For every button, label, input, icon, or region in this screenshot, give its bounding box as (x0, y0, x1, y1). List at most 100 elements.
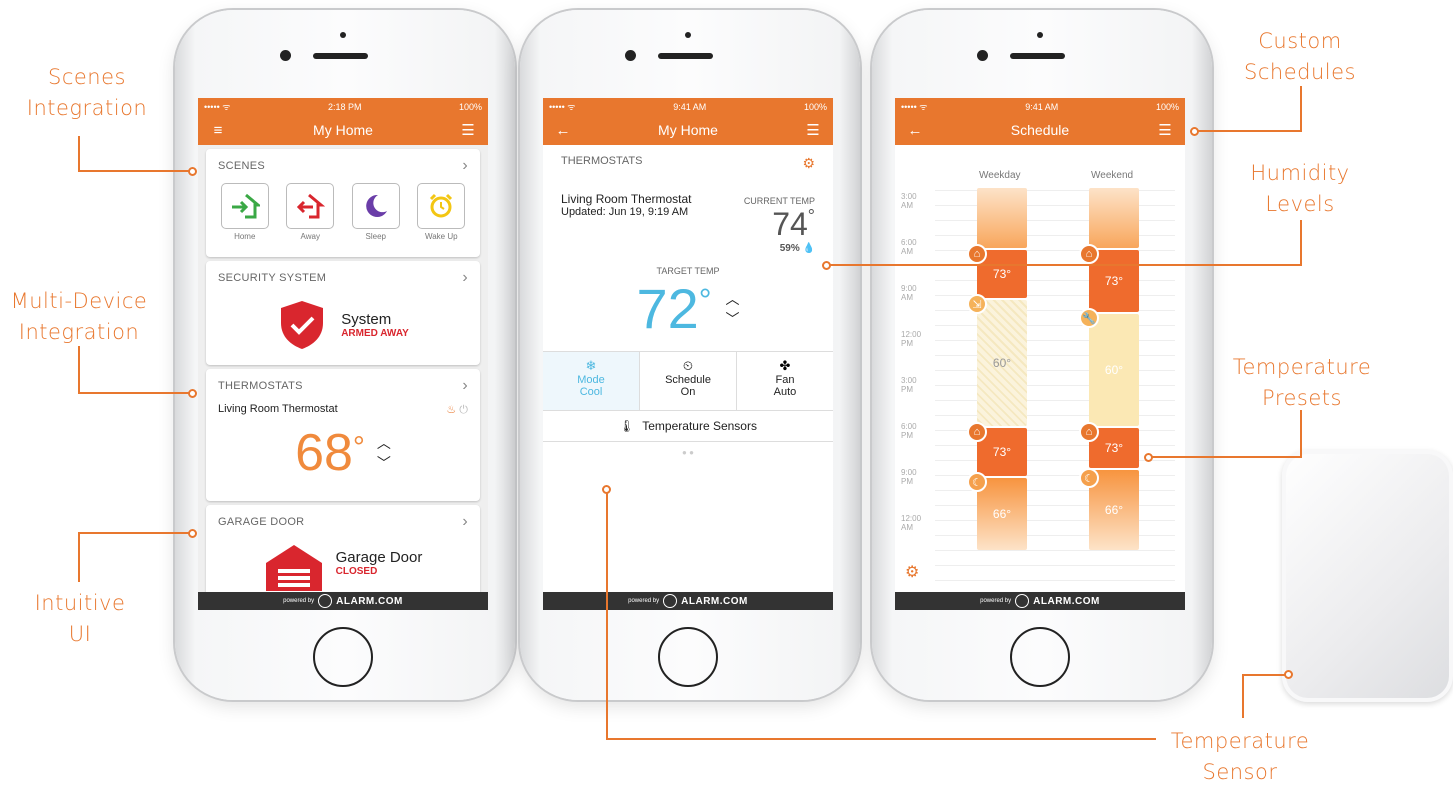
water-drop-icon: 💧 (802, 243, 815, 254)
temperature-sensors-label: Temperature Sensors (642, 419, 757, 433)
grid-line (935, 370, 1175, 371)
time-hour: 6:00 (901, 422, 917, 431)
schedule-block-sleep[interactable]: 66° (977, 478, 1027, 550)
scene-wake-up[interactable]: Wake Up (417, 183, 466, 241)
home-button[interactable] (658, 627, 718, 687)
status-bar: ••••• ᯤ 9:41 AM 100% (895, 98, 1185, 115)
home-button[interactable] (1010, 627, 1070, 687)
schedule-block-custom[interactable]: 60° (1089, 314, 1139, 426)
scene-label: Home (234, 232, 256, 241)
fan-button[interactable]: ✤ Fan Auto (737, 352, 833, 410)
grid-line (935, 445, 1175, 446)
scene-home[interactable]: Home (220, 183, 269, 241)
connector-line (1196, 130, 1302, 132)
home-icon[interactable]: ⌂ (967, 422, 987, 442)
callout-scenes-integration: Scenes Integration (26, 65, 148, 120)
thermostat-header: THERMOSTATS (218, 380, 303, 392)
camera-icon (977, 50, 988, 61)
block-temp: 66° (1104, 503, 1124, 517)
home-icon[interactable]: ⌂ (1079, 422, 1099, 442)
time-hour: 3:00 (901, 192, 917, 201)
powered-by-text: powered by (980, 598, 1012, 604)
thermostat-card[interactable]: THERMOSTATS › Living Room Thermostat ♨ ⏻ … (206, 369, 480, 501)
garage-header: GARAGE DOOR (218, 516, 305, 528)
connector-line (1242, 674, 1288, 676)
fan-value: Auto (773, 386, 797, 398)
checklist-icon[interactable]: ☰ (803, 121, 823, 139)
signal-indicator: ••••• ᯤ (901, 102, 928, 112)
schedule-button[interactable]: ⏲ Schedule On (640, 352, 737, 410)
moon-icon[interactable]: ☾ (1079, 468, 1099, 488)
degree-symbol: ° (698, 282, 712, 318)
home-leave-icon (297, 193, 326, 219)
checklist-icon[interactable]: ☰ (458, 121, 478, 139)
time-hour: 9:00 (901, 284, 917, 293)
shield-check-icon (281, 301, 324, 349)
brand-logo: ALARM.COM (681, 595, 748, 607)
security-header: SECURITY SYSTEM (218, 272, 327, 284)
menu-icon[interactable]: ≡ (208, 122, 228, 139)
schedule-block-away[interactable]: 60° (977, 300, 1027, 426)
connector-dot (1190, 127, 1199, 136)
time-hour: 3:00 (901, 376, 917, 385)
alarm-logo-icon (318, 594, 333, 608)
callout-intuitive-ui: Intuitive UI (34, 591, 126, 646)
gear-icon[interactable]: ⚙ (905, 562, 919, 582)
phone-thermostat: ••••• ᯤ 9:41 AM 100% ← My Home ☰ THERMOS… (520, 10, 860, 700)
home-icon[interactable]: ⌂ (1079, 244, 1099, 264)
scene-away[interactable]: Away (286, 183, 335, 241)
callout-temperature-presets: Temperature Presets (1232, 355, 1372, 410)
schedule-block[interactable] (977, 188, 1027, 248)
time-hour: 12:00 (901, 514, 922, 523)
scenes-card[interactable]: SCENES › Home Away Sleep Wake Up (206, 149, 480, 257)
temp-down-button[interactable]: ﹀ (726, 309, 740, 329)
scene-sleep[interactable]: Sleep (351, 183, 400, 241)
time-period: PM (901, 477, 913, 486)
chevron-right-icon[interactable]: › (462, 377, 468, 395)
home-button[interactable] (313, 627, 373, 687)
wrench-icon[interactable]: 🔧 (1079, 308, 1099, 328)
schedule-value: On (680, 386, 696, 398)
chevron-right-icon[interactable]: › (462, 269, 468, 287)
back-arrow-icon[interactable]: ← (553, 122, 573, 139)
current-temp: 74 (772, 206, 808, 242)
temperature-sensors-row[interactable]: 🌡 Temperature Sensors (543, 411, 833, 442)
moon-icon[interactable]: ☾ (967, 472, 987, 492)
garage-status: CLOSED (335, 566, 378, 577)
mode-button[interactable]: ❄ Mode Cool (543, 352, 640, 410)
clock-icon: ⏲ (682, 358, 694, 373)
leave-icon[interactable]: ⇲ (967, 294, 987, 314)
gear-icon[interactable]: ⚙ (802, 155, 815, 172)
powered-by-footer: powered by ALARM.COM (895, 592, 1185, 610)
thermostat-name: Living Room Thermostat (561, 192, 692, 206)
grid-line (935, 505, 1175, 506)
chevron-right-icon[interactable]: › (462, 157, 468, 175)
temp-down-button[interactable]: ﹀ (377, 453, 391, 473)
back-arrow-icon[interactable]: ← (905, 122, 925, 139)
nav-bar: ≡ My Home ☰ (198, 115, 488, 145)
temp-up-button[interactable]: ︿ (726, 289, 740, 309)
block-temp: 60° (1104, 363, 1124, 377)
time-period: AM (901, 523, 913, 532)
thermostat-temp: 68 (295, 424, 353, 482)
chevron-right-icon[interactable]: › (462, 513, 468, 531)
callout-multi-device-integration: Multi-Device Integration (10, 289, 148, 344)
schedule-block[interactable] (1089, 188, 1139, 248)
grid-line (935, 535, 1175, 536)
page-title: Schedule (1010, 122, 1070, 138)
clock: 9:41 AM (1025, 101, 1059, 112)
security-card[interactable]: SECURITY SYSTEM › System ARMED AWAY (206, 261, 480, 365)
thermostats-header: THERMOSTATS (561, 155, 643, 167)
time-period: PM (901, 385, 913, 394)
block-temp: 73° (992, 445, 1012, 459)
connector-line (1300, 410, 1302, 458)
connector-dot (822, 261, 831, 270)
alarm-clock-icon (430, 193, 453, 218)
page-indicator: ● ● (682, 448, 694, 457)
fan-icon: ✤ (779, 358, 791, 373)
power-icon[interactable]: ⏻ (459, 404, 468, 416)
connector-line (1242, 674, 1244, 718)
home-icon[interactable]: ⌂ (967, 244, 987, 264)
checklist-icon[interactable]: ☰ (1155, 121, 1175, 139)
temp-up-button[interactable]: ︿ (377, 433, 391, 453)
